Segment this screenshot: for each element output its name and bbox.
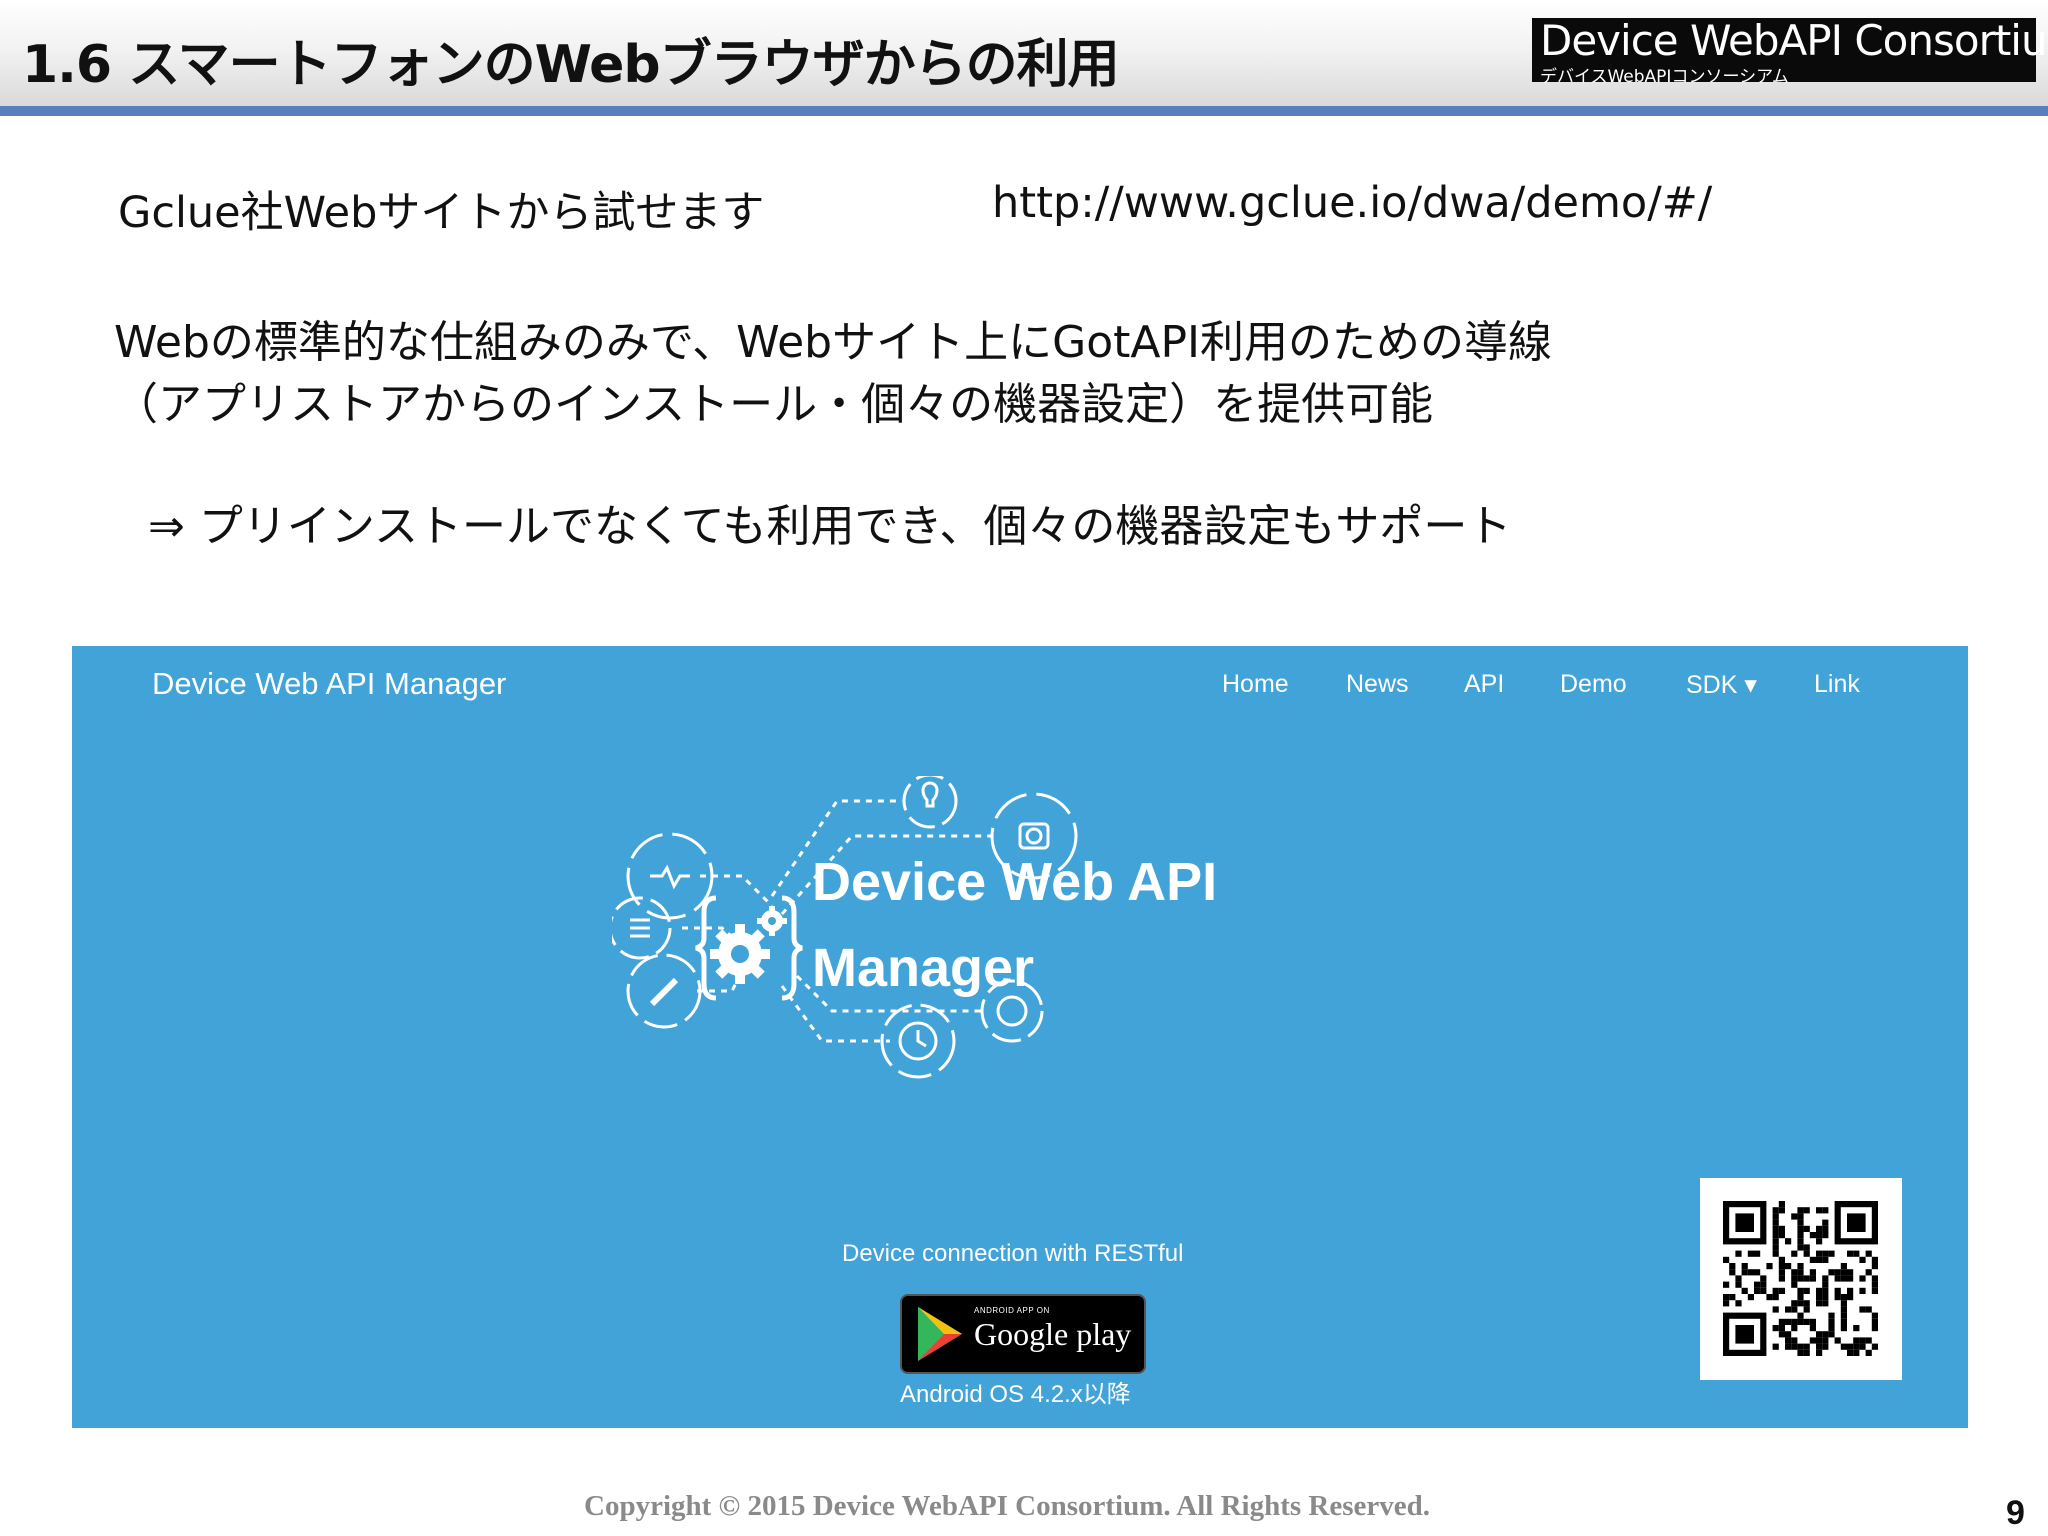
description-line-2: （アプリストアからのインストール・個々の機器設定）を提供可能 — [114, 379, 1434, 430]
android-requirement: Android OS 4.2.x以降 — [900, 1381, 1131, 1408]
page-number: 9 — [2006, 1494, 2025, 1532]
google-play-icon — [918, 1307, 962, 1361]
gplay-label: Google play — [974, 1316, 1132, 1352]
hero-graphic: Device Web API Manager — [612, 776, 1217, 1079]
hero-title-line1: Device Web API — [812, 852, 1217, 912]
qr-code — [1700, 1178, 1902, 1380]
nav-demo[interactable]: Demo — [1560, 670, 1627, 699]
logo-main-text: Device WebAPI Consortium — [1540, 16, 2048, 65]
qr-code-graphic — [1723, 1201, 1878, 1356]
intro-text: Gclue社Webサイトから試せます — [118, 188, 765, 238]
nav-home[interactable]: Home — [1222, 670, 1289, 699]
copyright-notice: Copyright © 2015 Device WebAPI Consortiu… — [584, 1490, 1430, 1522]
google-play-badge[interactable]: ANDROID APP ON Google play — [900, 1294, 1146, 1374]
gplay-caption: ANDROID APP ON — [974, 1306, 1050, 1315]
benefit-line: ⇒ プリインストールでなくても利用でき、個々の機器設定もサポート — [148, 501, 1512, 552]
logo-sub-text: デバイスWebAPIコンソーシアム — [1540, 67, 1789, 87]
demo-url[interactable]: http://www.gclue.io/dwa/demo/#/ — [992, 178, 1712, 228]
description-line-1: Webの標準的な仕組みのみで、Webサイト上にGotAPI利用のための導線 — [114, 317, 1552, 368]
nav-news[interactable]: News — [1346, 670, 1409, 699]
hero-title-line2: Manager — [812, 938, 1034, 998]
website-screenshot: Device Web API Manager Home News API Dem… — [72, 646, 1968, 1428]
header-rule — [0, 106, 2048, 116]
nav-api[interactable]: API — [1464, 670, 1504, 699]
site-brand[interactable]: Device Web API Manager — [152, 666, 506, 702]
slide-title: 1.6 スマートフォンのWebブラウザからの利用 — [22, 35, 1120, 95]
nav-link[interactable]: Link — [1814, 670, 1860, 699]
consortium-logo: Device WebAPI Consortium デバイスWebAPIコンソーシ… — [1532, 16, 2048, 87]
site-tagline: Device connection with RESTful — [842, 1240, 1184, 1267]
nav-sdk[interactable]: SDK ▾ — [1686, 670, 1757, 700]
